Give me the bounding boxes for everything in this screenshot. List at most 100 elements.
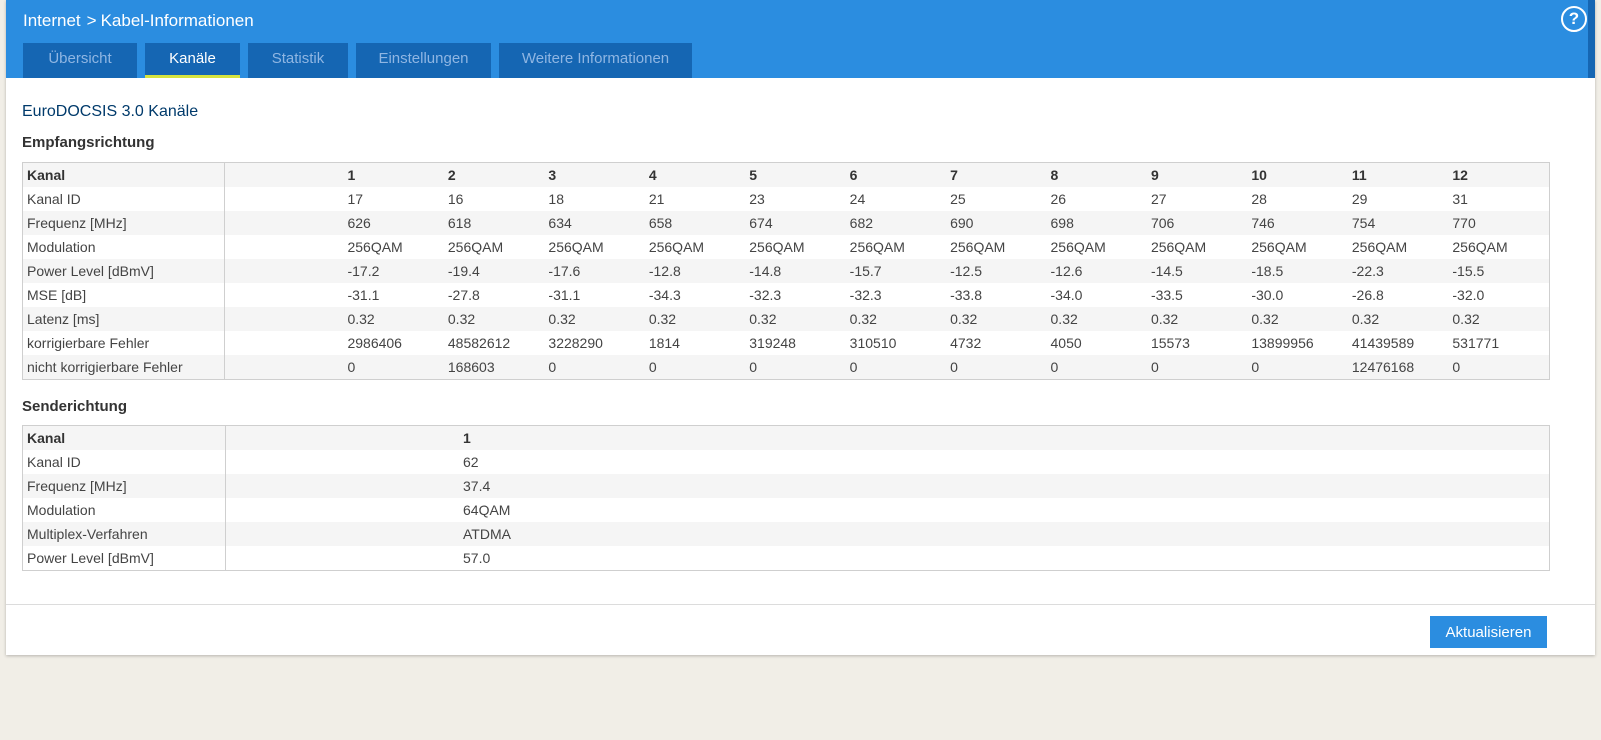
upstream-title: Senderichtung (22, 398, 128, 415)
table-cell: 5 (749, 167, 758, 183)
table-cell: 0.32 (749, 311, 777, 327)
table-cell: 0 (1150, 359, 1159, 375)
table-cell: 17 (347, 191, 364, 207)
table-cell: 0.32 (447, 311, 476, 327)
section-title: EuroDOCSIS 3.0 Kanäle (22, 103, 199, 120)
table-cell: 4050 (1050, 335, 1082, 351)
table-cell: 8 (1050, 167, 1059, 183)
table-cell: -15.5 (1452, 263, 1485, 279)
table-cell: 256QAM (447, 239, 504, 255)
tab-overview[interactable]: Übersicht (23, 43, 137, 78)
table-row: MSE [dB] -31.1 -27.8 -31.1 -34.3 -32.3 -32.3 -3… (22, 283, 1550, 307)
table-cell: 626 (347, 215, 371, 231)
row-label: Frequenz [MHz] (22, 211, 226, 235)
table-cell: 41439589 (1351, 335, 1415, 351)
table-cell: 698 (1050, 215, 1074, 231)
table-cell: 0.32 (548, 311, 576, 327)
row-label: Modulation (22, 498, 226, 522)
tab-settings[interactable]: Einstellungen (356, 43, 491, 78)
table-cell: 256QAM (849, 239, 905, 255)
breadcrumb-root[interactable]: Internet (23, 9, 81, 33)
table-cell: 256QAM (1050, 239, 1106, 255)
table-cell: 531771 (1452, 335, 1500, 351)
table-cell: -18.5 (1251, 263, 1284, 279)
table-cell: 0.32 (1050, 311, 1078, 327)
row-label: Kanal ID (22, 450, 226, 474)
table-cell: 618 (447, 215, 472, 231)
tab-more-info[interactable]: Weitere Informationen (499, 43, 692, 78)
row-label: korrigierbare Fehler (22, 331, 226, 355)
table-cell: -14.8 (749, 263, 782, 279)
table-cell: 0.32 (1452, 311, 1480, 327)
table-cell: 0 (950, 359, 958, 375)
table-cell: 25 (950, 191, 966, 207)
table-cell: 256QAM (1351, 239, 1408, 255)
header-bar: Internet > Kabel-Informationen ? Übersic… (6, 0, 1595, 78)
table-cell: 21 (648, 191, 665, 207)
table-cell: 256QAM (950, 239, 1006, 255)
table-header-row: Kanal 1 (22, 425, 1550, 450)
table-cell: 12 (1452, 167, 1468, 183)
table-row: Frequenz [MHz] 626 618 634 658 674 682 690 698 70… (22, 211, 1550, 235)
table-cell: 256QAM (548, 239, 604, 255)
row-label: MSE [dB] (22, 283, 226, 307)
table-cell: 0.32 (648, 311, 677, 327)
table-cell: -27.8 (447, 287, 480, 303)
table-cell: 0.32 (1251, 311, 1279, 327)
table-row: Kanal ID 62 (22, 450, 1550, 474)
table-cell: 256QAM (1452, 239, 1508, 255)
tab-statistics[interactable]: Statistik (248, 43, 348, 78)
table-cell: 57.0 (463, 550, 491, 566)
table-cell: 706 (1150, 215, 1175, 231)
table-cell: -22.3 (1351, 263, 1384, 279)
table-cell: 1 (463, 430, 471, 446)
row-label: Frequenz [MHz] (22, 474, 226, 498)
table-cell: 674 (749, 215, 773, 231)
tab-channels[interactable]: Kanäle (145, 43, 240, 78)
table-cell: 168603 (447, 359, 495, 375)
table-cell: 0.32 (1351, 311, 1380, 327)
table-cell: 770 (1452, 215, 1476, 231)
table-cell: -32.3 (849, 287, 882, 303)
table-cell: 31 (1452, 191, 1468, 207)
row-label: nicht korrigierbare Fehler (22, 355, 226, 380)
footer-divider (6, 604, 1595, 605)
table-row: Multiplex-Verfahren ATDMA (22, 522, 1550, 546)
table-cell: 23 (749, 191, 765, 207)
row-label: Power Level [dBmV] (22, 546, 226, 571)
main-panel: Internet > Kabel-Informationen ? Übersic… (6, 0, 1595, 655)
table-cell: -15.7 (849, 263, 882, 279)
row-label: Power Level [dBmV] (22, 259, 226, 283)
table-row: korrigierbare Fehler 2986406 48582612 32282… (22, 331, 1550, 355)
downstream-table: Kanal 1 2 3 4 5 6 7 8 9 10 11 12 Kanal ID 17 16 18 21 23 24… (22, 162, 1550, 380)
table-cell: 9 (1150, 167, 1159, 183)
table-cell: 256QAM (1150, 239, 1207, 255)
refresh-button[interactable]: Aktualisieren (1430, 616, 1547, 648)
row-label: Multiplex-Verfahren (22, 522, 226, 546)
help-icon[interactable]: ? (1561, 6, 1587, 32)
table-cell: 0 (749, 359, 758, 375)
table-cell: 1 (347, 167, 356, 183)
table-cell: -30.0 (1251, 287, 1284, 303)
table-cell: -17.6 (548, 263, 581, 279)
row-label: Latenz [ms] (22, 307, 226, 331)
table-cell: 0 (548, 359, 557, 375)
table-cell: 2986406 (347, 335, 402, 351)
table-cell: 256QAM (347, 239, 403, 255)
table-cell: 658 (648, 215, 673, 231)
table-cell: -14.5 (1150, 263, 1183, 279)
table-cell: -26.8 (1351, 287, 1384, 303)
table-cell: 754 (1351, 215, 1376, 231)
table-cell: 13899956 (1251, 335, 1314, 351)
upstream-table: Kanal 1 Kanal ID 62 Frequenz [MHz] 37.4 Modula… (22, 425, 1550, 571)
table-cell: -34.0 (1050, 287, 1083, 303)
table-cell: 634 (548, 215, 572, 231)
table-cell: 0 (347, 359, 356, 375)
table-cell: 256QAM (749, 239, 805, 255)
table-cell: 746 (1251, 215, 1275, 231)
table-filler (563, 546, 1550, 571)
table-cell: 0 (1452, 359, 1461, 375)
table-cell: 62 (463, 454, 479, 470)
table-cell: -17.2 (347, 263, 380, 279)
table-cell: 256QAM (1251, 239, 1307, 255)
